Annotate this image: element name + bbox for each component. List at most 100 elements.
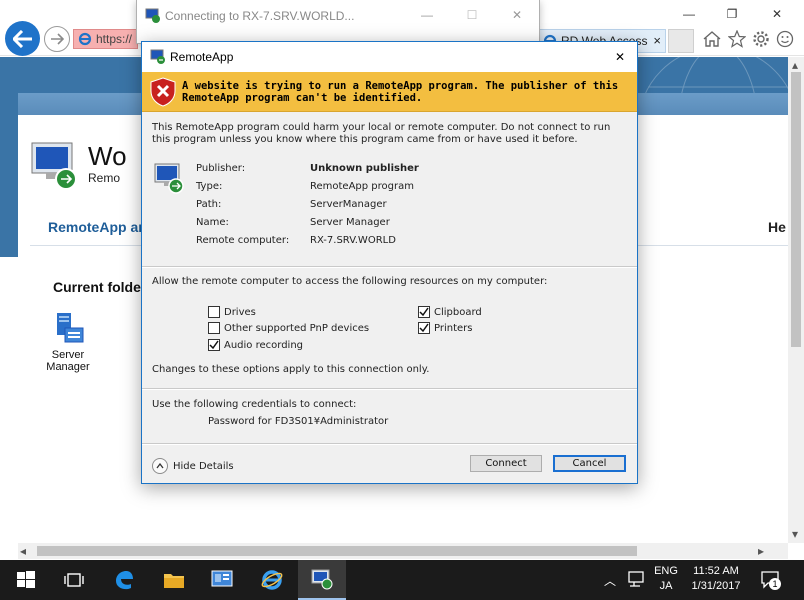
audio-recording-checkbox[interactable]: Audio recording: [208, 339, 303, 351]
scroll-down-icon[interactable]: ▾: [792, 527, 798, 541]
page-title: Wo: [88, 141, 127, 171]
close-window-icon[interactable]: ✕: [507, 7, 527, 23]
home-icon[interactable]: [703, 30, 721, 48]
type-value: RemoteApp program: [310, 181, 414, 192]
minimize-icon[interactable]: —: [679, 6, 699, 22]
remoteapp-icon: [150, 49, 166, 68]
app-tile-server-manager[interactable]: Server Manager: [40, 312, 96, 373]
printers-checkbox[interactable]: Printers: [418, 322, 472, 334]
vertical-scroll-thumb[interactable]: [791, 72, 801, 347]
changes-note: Changes to these options apply to this c…: [152, 364, 430, 375]
start-button[interactable]: [2, 560, 50, 600]
credentials-text: Use the following credentials to connect…: [152, 399, 357, 410]
horizontal-scroll-thumb[interactable]: [37, 546, 637, 556]
drives-checkbox[interactable]: Drives: [208, 306, 256, 318]
forward-button[interactable]: [44, 26, 70, 52]
clipboard-checkbox[interactable]: Clipboard: [418, 306, 482, 318]
edge-logo-icon: [116, 571, 133, 590]
system-clock[interactable]: 11:52 AM 1/31/2017: [690, 564, 742, 594]
address-bar[interactable]: https://: [73, 29, 138, 49]
credentials-user: Password for FD3S01¥Administrator: [208, 416, 389, 427]
favorites-star-icon[interactable]: [728, 30, 746, 48]
close-window-icon[interactable]: ✕: [767, 6, 787, 22]
lang-line1: ENG: [654, 565, 678, 577]
dialog-titlebar: RemoteApp ✕: [142, 42, 637, 72]
restore-icon[interactable]: ❐: [722, 6, 742, 22]
ie-logo-icon: [261, 570, 283, 590]
chevron-up-icon[interactable]: [152, 458, 168, 474]
security-warning-shield-icon: [150, 77, 176, 110]
path-label: Path:: [196, 199, 222, 210]
name-label: Name:: [196, 217, 229, 228]
lang-line2: JA: [659, 580, 673, 592]
task-view-button[interactable]: [50, 560, 98, 600]
audio-recording-label: Audio recording: [224, 339, 304, 351]
allow-resources-text: Allow the remote computer to access the …: [152, 276, 548, 287]
hide-details-toggle[interactable]: Hide Details: [152, 458, 234, 474]
maximize-icon[interactable]: ☐: [462, 7, 482, 23]
remote-desktop-icon: [145, 8, 161, 27]
settings-gear-icon[interactable]: [752, 30, 770, 48]
help-link[interactable]: He: [768, 219, 786, 235]
checkmark-icon[interactable]: [208, 339, 220, 351]
connect-button[interactable]: Connect: [470, 455, 542, 472]
rd-monitor-logo-icon: [30, 139, 84, 194]
scroll-up-icon[interactable]: ▴: [792, 58, 798, 72]
intro-text: This RemoteApp program could harm your l…: [152, 122, 611, 145]
clock-time: 11:52 AM: [693, 565, 739, 577]
tab-remoteapp[interactable]: RemoteApp ar: [48, 219, 144, 235]
connecting-window[interactable]: Connecting to RX-7.SRV.WORLD... — ☐ ✕: [136, 0, 540, 44]
taskbar-file-explorer[interactable]: [150, 560, 198, 600]
taskbar-remote-desktop[interactable]: [298, 560, 346, 600]
remote-computer-label: Remote computer:: [196, 235, 290, 246]
url-text: https://: [96, 32, 133, 46]
checkbox-box[interactable]: [208, 322, 220, 334]
remote-computer-value: RX-7.SRV.WORLD: [310, 235, 396, 246]
remote-program-icon: [154, 162, 186, 197]
scroll-left-icon[interactable]: ◂: [20, 544, 26, 558]
dialog-close-icon[interactable]: ✕: [609, 46, 631, 68]
windows-logo-icon: [17, 571, 35, 588]
dialog-title: RemoteApp: [170, 50, 234, 64]
new-tab-button[interactable]: [668, 29, 694, 53]
taskbar-edge[interactable]: [100, 560, 148, 600]
network-icon[interactable]: [628, 571, 646, 590]
separator: [142, 389, 637, 390]
app-tile-label-line2: Manager: [46, 361, 90, 373]
pnp-devices-checkbox[interactable]: Other supported PnP devices: [208, 322, 369, 334]
scroll-right-icon[interactable]: ▸: [758, 544, 764, 558]
minimize-icon[interactable]: —: [417, 7, 437, 23]
folder-icon: [164, 574, 184, 588]
checkbox-box[interactable]: [208, 306, 220, 318]
taskbar-server-manager[interactable]: [198, 560, 246, 600]
arrow-left-icon: [12, 29, 32, 48]
action-center-icon[interactable]: 1: [760, 570, 782, 590]
clock-date: 1/31/2017: [691, 580, 741, 592]
smiley-feedback-icon[interactable]: [776, 30, 794, 48]
ie-logo-icon: [78, 32, 92, 46]
connecting-window-title: Connecting to RX-7.SRV.WORLD...: [165, 9, 355, 23]
printers-label: Printers: [434, 322, 473, 334]
checkmark-icon[interactable]: [418, 322, 430, 334]
vertical-scrollbar[interactable]: ▴ ▾: [788, 57, 804, 543]
checkmark-icon[interactable]: [418, 306, 430, 318]
chevron-up-icon[interactable]: ︿: [604, 572, 616, 589]
app-tile-label-line1: Server: [51, 349, 85, 361]
taskbar-internet-explorer[interactable]: [248, 560, 296, 600]
back-button[interactable]: [5, 21, 40, 56]
path-value: ServerManager: [310, 199, 387, 210]
clipboard-label: Clipboard: [434, 306, 482, 318]
warning-text: A website is trying to run a RemoteApp p…: [182, 80, 619, 104]
tab-close-icon[interactable]: ×: [653, 33, 661, 48]
input-language-indicator[interactable]: ENG JA: [648, 564, 684, 594]
name-value: Server Manager: [310, 217, 390, 228]
current-folder-heading: Current folde: [53, 279, 141, 295]
separator: [142, 267, 637, 268]
notification-count-badge: 1: [769, 578, 781, 590]
horizontal-scrollbar[interactable]: ◂ ▸: [18, 543, 788, 559]
cancel-button[interactable]: Cancel: [553, 455, 626, 472]
separator: [142, 444, 637, 445]
drives-label: Drives: [224, 306, 256, 318]
task-view-icon: [64, 573, 84, 587]
publisher-value: Unknown publisher: [310, 163, 419, 174]
